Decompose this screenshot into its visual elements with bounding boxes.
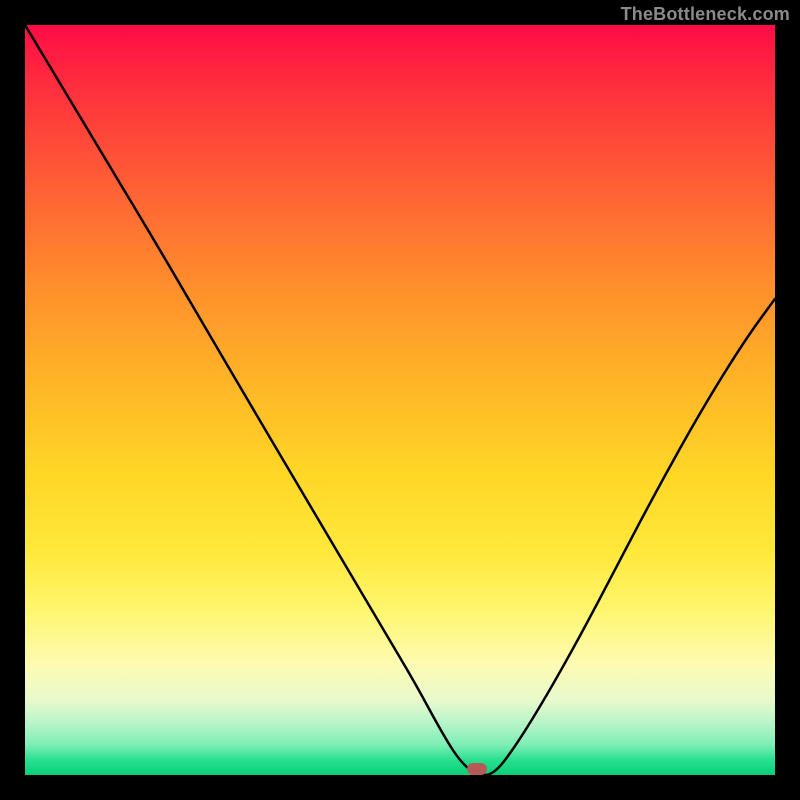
minimum-marker (467, 763, 487, 775)
watermark-text: TheBottleneck.com (621, 4, 790, 25)
chart-frame: TheBottleneck.com (0, 0, 800, 800)
bottleneck-curve (25, 25, 775, 775)
plot-area (25, 25, 775, 775)
